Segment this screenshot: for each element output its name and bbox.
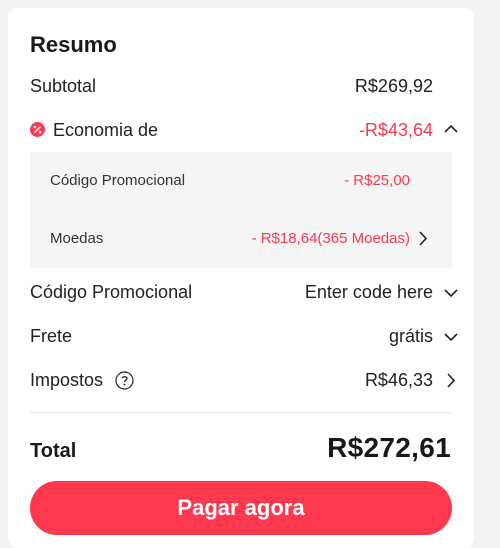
total-value: R$272,61 [327, 432, 451, 463]
subtotal-label: Subtotal [30, 76, 97, 96]
savings-value: -R$43,64 [358, 120, 433, 140]
shipping-label: Frete [30, 326, 73, 346]
chevron-right-icon[interactable] [446, 373, 456, 388]
help-circle-icon[interactable] [115, 371, 134, 390]
breakdown-coins-value[interactable]: - R$18,64(365 Moedas) [252, 230, 410, 247]
savings-toggle[interactable]: Economia de [53, 120, 158, 141]
chevron-up-icon[interactable] [444, 124, 458, 134]
savings-breakdown: Código Promocional - R$25,00 Moedas - R$… [30, 152, 452, 268]
total-label: Total [30, 440, 77, 462]
pay-now-button[interactable]: Pagar agora [30, 481, 452, 535]
summary-title: Resumo [30, 32, 117, 57]
chevron-down-icon[interactable] [444, 332, 458, 342]
breakdown-coins-label: Moedas [50, 230, 104, 247]
breakdown-promo-label: Código Promocional [50, 172, 186, 189]
order-summary-card: Resumo Subtotal R$269,92 Economia de -R$… [8, 8, 474, 548]
chevron-down-icon[interactable] [444, 288, 458, 298]
divider [30, 412, 452, 413]
shipping-value[interactable]: grátis [389, 326, 433, 347]
taxes-label: Impostos [30, 370, 104, 390]
breakdown-promo-value: - R$25,00 [344, 172, 410, 189]
promo-code-label: Código Promocional [30, 282, 193, 302]
taxes-value[interactable]: R$46,33 [365, 370, 433, 391]
promo-code-input[interactable]: Enter code here [305, 282, 433, 303]
subtotal-value: R$269,92 [354, 76, 433, 96]
discount-badge-icon [30, 122, 45, 137]
chevron-right-icon[interactable] [418, 231, 428, 246]
